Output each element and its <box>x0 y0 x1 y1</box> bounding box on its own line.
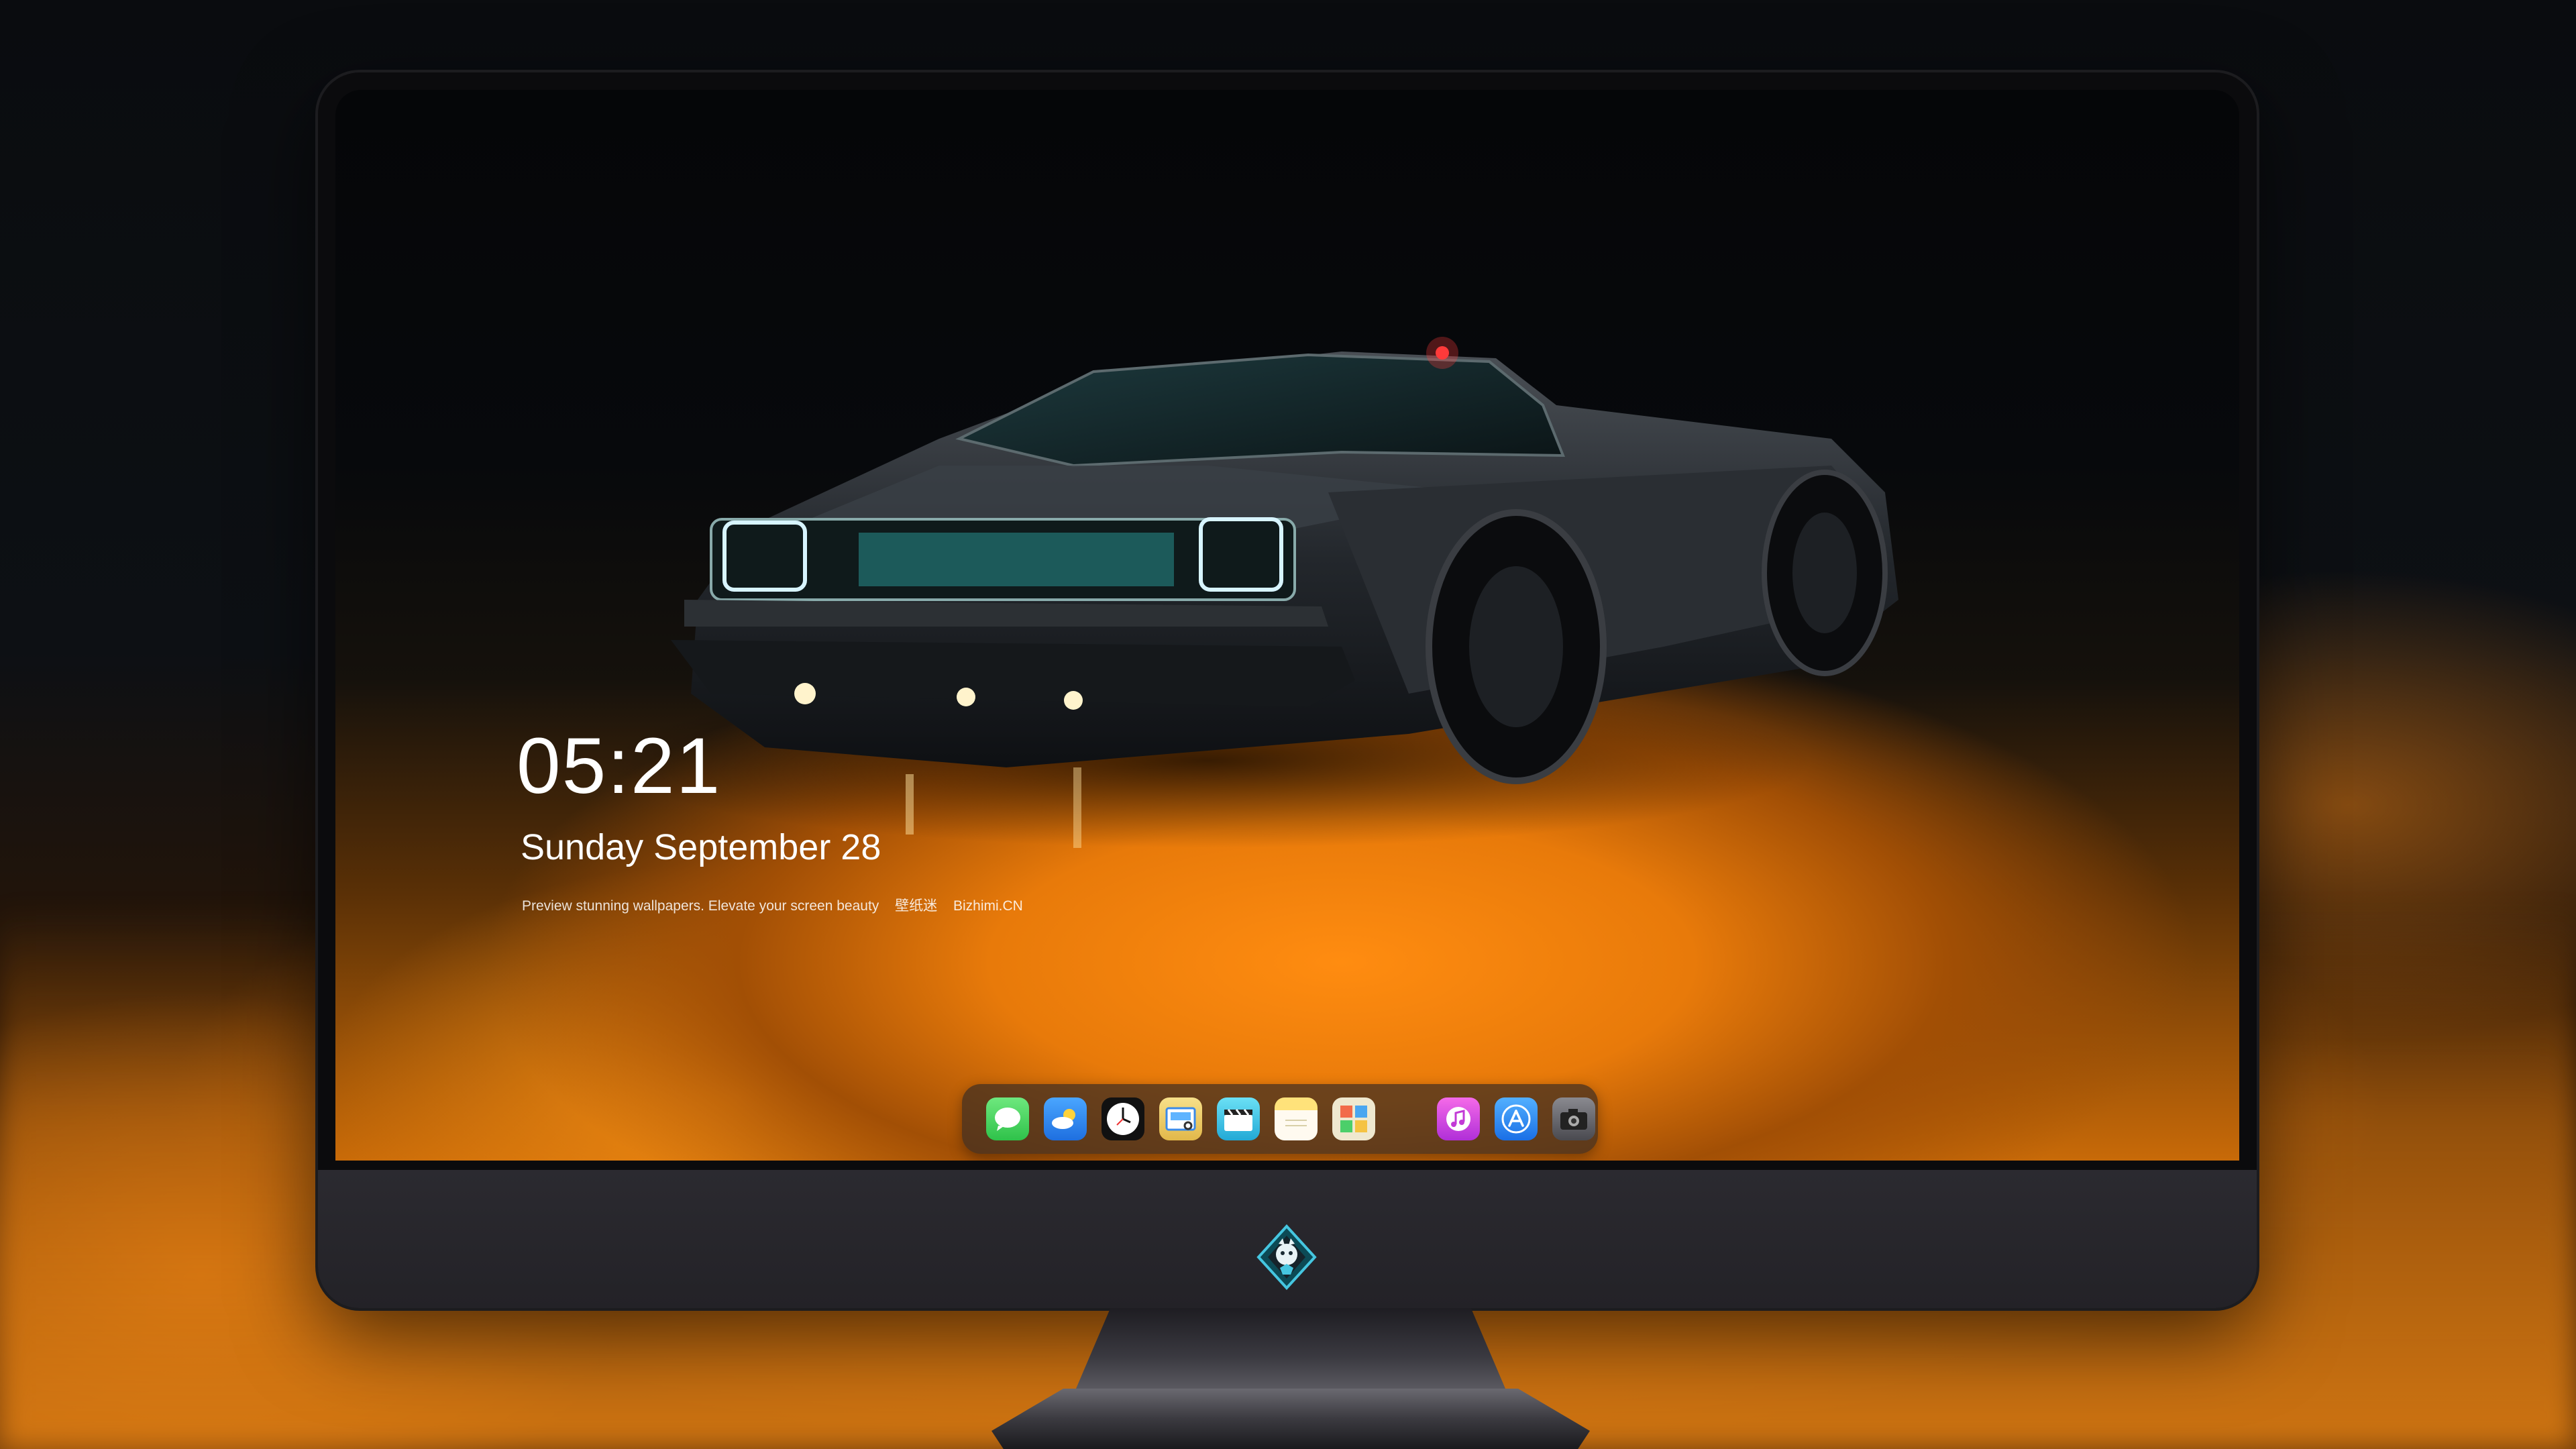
tagline-text: Preview stunning wallpapers. Elevate you… <box>522 898 879 914</box>
clock-icon[interactable] <box>1102 1097 1144 1140</box>
brand-logo-icon <box>1256 1224 1317 1290</box>
dock <box>962 1084 1598 1154</box>
monitor-chin <box>318 1161 2257 1308</box>
lock-screen-clock: 05:21 <box>517 722 722 810</box>
photo-grid-icon[interactable] <box>1332 1097 1375 1140</box>
tagline-site: Bizhimi.CN <box>953 898 1023 914</box>
monitor-stand-base <box>991 1389 1590 1449</box>
desktop-screen: 05:21 Sunday September 28 Preview stunni… <box>335 90 2239 1161</box>
music-icon[interactable] <box>1437 1097 1480 1140</box>
notes-icon[interactable] <box>1275 1097 1318 1140</box>
camera-icon[interactable] <box>1552 1097 1595 1140</box>
monitor-stand-neck <box>1076 1308 1505 1389</box>
wallpaper-car-illustration <box>604 337 1898 848</box>
weather-icon[interactable] <box>1044 1097 1087 1140</box>
monitor: 05:21 Sunday September 28 Preview stunni… <box>318 72 2257 1308</box>
tagline-brand-cn: 壁纸迷 <box>895 898 938 914</box>
preview-icon[interactable] <box>1159 1097 1202 1140</box>
lock-screen-date: Sunday September 28 <box>521 827 881 867</box>
clapperboard-icon[interactable] <box>1217 1097 1260 1140</box>
app-store-icon[interactable] <box>1495 1097 1538 1140</box>
wallpaper-tagline: Preview stunning wallpapers. Elevate you… <box>522 895 1035 915</box>
messages-icon[interactable] <box>986 1097 1029 1140</box>
